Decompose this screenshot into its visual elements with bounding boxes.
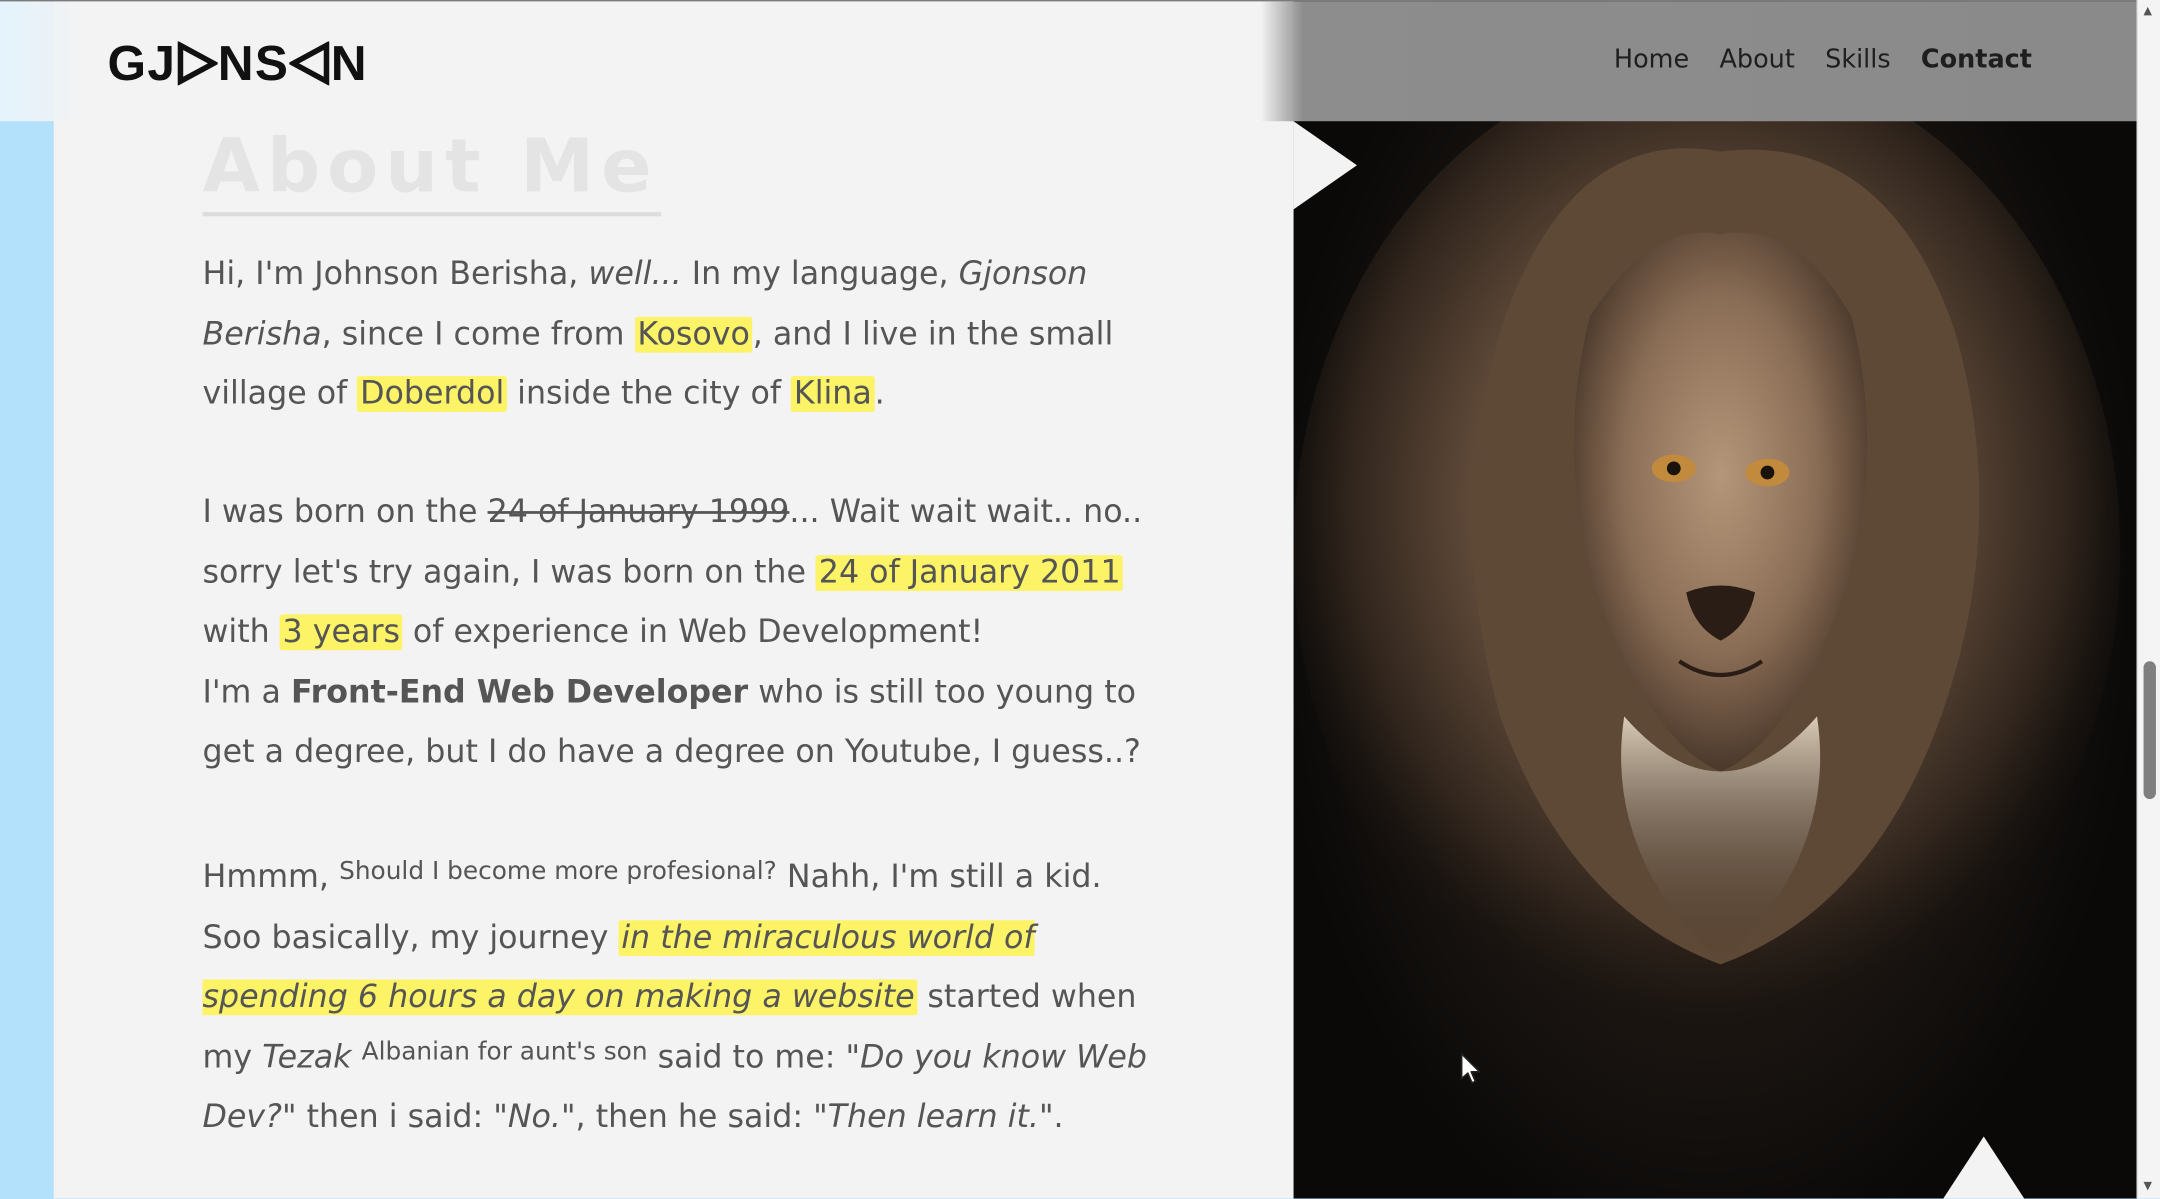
p1-text: In my language, <box>681 256 959 293</box>
site-logo[interactable]: GJ NS N <box>107 37 367 89</box>
highlight-doberdol: Doberdol <box>357 376 508 412</box>
italic-quote-learn: Then learn it. <box>827 1099 1039 1136</box>
nav-skills[interactable]: Skills <box>1825 45 1890 74</box>
nav-contact[interactable]: Contact <box>1921 45 2032 74</box>
p2-text: with <box>202 614 280 651</box>
about-paragraph-2: I was born on the 24 of January 1999... … <box>203 484 1154 784</box>
p1-text: Hi, I'm Johnson Berisha, <box>202 256 589 293</box>
about-paragraph-1: Hi, I'm Johnson Berisha, well... In my l… <box>203 245 1154 425</box>
lion-image <box>1293 0 2137 1199</box>
logo-text-ns: NS <box>217 34 290 91</box>
scroll-down-arrow-icon[interactable]: ▼ <box>2144 1179 2152 1193</box>
p3-text: I'm a <box>202 674 291 711</box>
italic-tezak: Tezak <box>262 1039 352 1076</box>
strikethrough-date: 24 of January 1999 <box>487 494 790 531</box>
section-arrow-right <box>1293 121 1357 210</box>
superscript-translation: Albanian for aunt's son <box>361 1036 648 1066</box>
p4-text: Hmmm, <box>202 859 340 896</box>
italic-quote-no: No. <box>507 1099 561 1136</box>
highlight-years: 3 years <box>279 614 403 651</box>
logo-text-n: N <box>330 34 368 91</box>
nav-about[interactable]: About <box>1719 45 1794 74</box>
p4-text: " then i said: " <box>281 1099 508 1136</box>
p4-text: said to me: " <box>647 1039 861 1076</box>
scrollbar-thumb[interactable] <box>2143 661 2156 800</box>
p4-text: ". <box>1038 1099 1064 1136</box>
p1-text: , since I come from <box>321 316 635 352</box>
logo-text-gj: GJ <box>107 34 177 91</box>
page: GJ NS N Home About Skills Contact About Me… <box>0 0 2160 1199</box>
main-nav: Home About Skills Contact <box>1614 45 2032 74</box>
logo-reverse-triangle-icon <box>289 41 330 86</box>
p1-text: inside the city of <box>507 376 792 412</box>
page-scrollbar[interactable]: ▲ ▼ <box>2136 0 2160 1199</box>
highlight-klina: Klina <box>791 376 875 412</box>
lion-illustration <box>1293 55 2121 1047</box>
nav-home[interactable]: Home <box>1614 45 1689 74</box>
p1-text: . <box>874 376 885 412</box>
highlight-birth-date: 24 of January 2011 <box>816 554 1124 591</box>
p2-text: of experience in Web Development! <box>402 614 984 651</box>
logo-play-triangle-icon <box>177 41 218 86</box>
p2-text: I was born on the <box>202 494 488 531</box>
scroll-up-arrow-icon[interactable]: ▲ <box>2144 4 2152 18</box>
about-title: About Me <box>202 121 662 217</box>
mouse-pointer-icon <box>1460 1053 1481 1084</box>
p4-text: ", then he said: " <box>560 1099 828 1136</box>
p1-italic-well: well... <box>588 256 682 293</box>
highlight-kosovo: Kosovo <box>634 316 753 352</box>
superscript-aside: Should I become more profesional? <box>339 856 777 886</box>
left-accent-strip <box>0 0 54 1199</box>
scroll-to-top-arrow[interactable] <box>1942 1136 2026 1199</box>
bold-role: Front-End Web Developer <box>290 674 749 711</box>
site-header: GJ NS N Home About Skills Contact <box>0 0 2137 122</box>
about-paragraph-3: Hmmm, Should I become more profesional? … <box>202 849 1154 1149</box>
